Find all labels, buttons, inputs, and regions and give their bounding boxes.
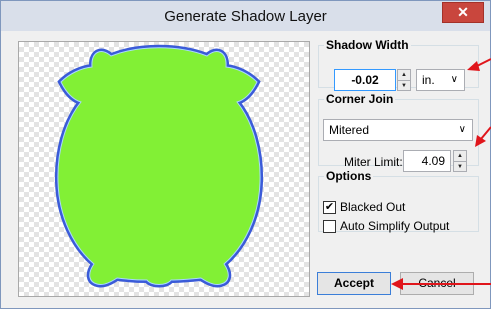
auto-simplify-checkbox[interactable] (323, 220, 336, 233)
annotation-arrow-bottom (391, 278, 491, 290)
shape-fill (57, 47, 261, 285)
dialog-window: Generate Shadow Layer ✕ Shadow Width -0.… (0, 0, 491, 309)
close-icon: ✕ (457, 4, 469, 20)
dialog-title: Generate Shadow Layer (164, 8, 327, 25)
shadow-width-input[interactable]: -0.02 (334, 69, 396, 91)
corner-join-value: Mitered (329, 123, 370, 137)
title-bar[interactable]: Generate Shadow Layer ✕ (1, 1, 490, 31)
unit-select[interactable]: in. ∨ (416, 69, 465, 91)
auto-simplify-label[interactable]: Auto Simplify Output (340, 219, 449, 233)
shadow-width-legend: Shadow Width (326, 38, 409, 52)
corner-join-group: Corner Join Mitered ∨ Miter Limit: 4.09 … (318, 92, 479, 172)
shadow-shape-preview (54, 44, 264, 288)
blacked-out-label[interactable]: Blacked Out (340, 200, 405, 214)
shadow-width-group: Shadow Width -0.02 ▲ ▼ in. ∨ (318, 38, 479, 91)
accept-button[interactable]: Accept (317, 272, 391, 295)
blacked-out-checkbox[interactable]: ✔ (323, 201, 336, 214)
arrow-icon (467, 58, 491, 147)
miter-limit-label: Miter Limit: (344, 155, 403, 169)
spin-down-icon[interactable]: ▼ (398, 80, 410, 91)
shape-preview (18, 41, 310, 297)
close-button[interactable]: ✕ (442, 2, 484, 23)
shadow-width-spinner[interactable]: ▲ ▼ (397, 69, 411, 91)
spin-up-icon[interactable]: ▲ (398, 70, 410, 80)
unit-value: in. (422, 73, 435, 87)
annotation-arrows-top (467, 58, 491, 147)
corner-join-legend: Corner Join (326, 92, 394, 106)
options-group: Options ✔ Blacked Out Auto Simplify Outp… (318, 169, 479, 233)
chevron-down-icon: ∨ (450, 74, 458, 85)
corner-join-select[interactable]: Mitered ∨ (323, 119, 473, 141)
arrow-icon (391, 278, 491, 290)
options-legend: Options (326, 169, 372, 183)
